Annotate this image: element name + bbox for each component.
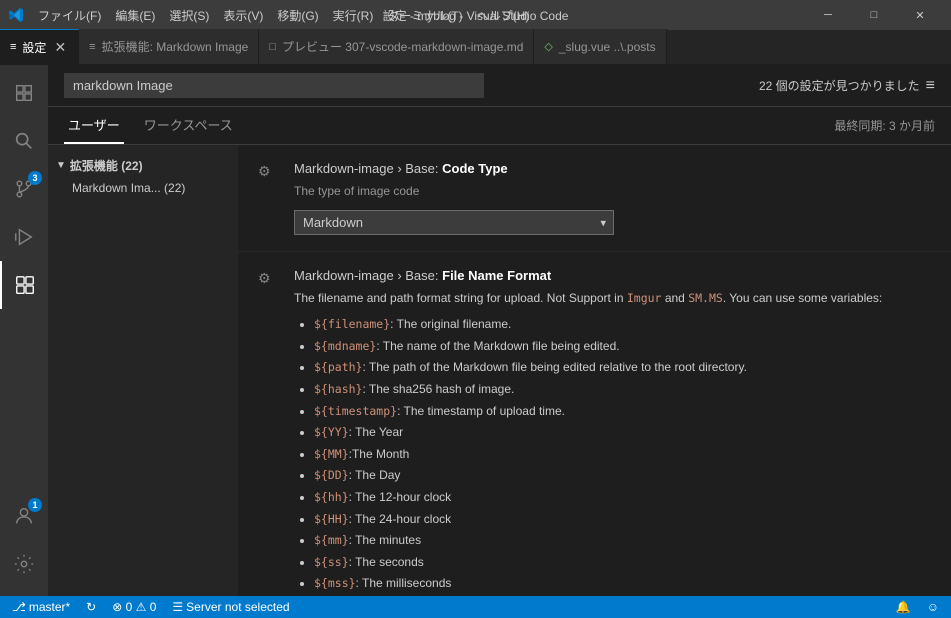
code-type-dropdown[interactable]: Markdown HTML BBCode <box>294 210 614 235</box>
sync-icon: ↻ <box>86 600 96 614</box>
bullet-mm-month: ${MM}:The Month <box>314 444 931 466</box>
list-view-icon[interactable]: ≡ <box>926 77 935 95</box>
bullet-yy: ${YY}: The Year <box>314 422 931 444</box>
code-type-description: The type of image code <box>294 182 931 200</box>
bullet-hh-24: ${HH}: The 24-hour clock <box>314 509 931 531</box>
feedback-button[interactable]: ☺ <box>923 596 943 618</box>
activity-explorer[interactable] <box>0 69 48 117</box>
slug-tab-label: _slug.vue ..\.posts <box>559 40 656 54</box>
bullet-hash: ${hash}: The sha256 hash of image. <box>314 379 931 401</box>
feedback-icon: ☺ <box>927 600 939 614</box>
menu-go[interactable]: 移動(G) <box>271 5 324 26</box>
settings-tab-label: 設定 <box>22 39 46 56</box>
maximize-button[interactable]: □ <box>851 0 897 30</box>
bullet-dd: ${DD}: The Day <box>314 465 931 487</box>
window-title: 設定 - myblog - Visual Studio Code <box>383 7 569 24</box>
activity-bar: 3 1 <box>0 65 48 596</box>
bullet-filename: ${filename}: The original filename. <box>314 314 931 336</box>
chevron-down-icon: ▼ <box>56 160 66 171</box>
activity-account[interactable]: 1 <box>0 492 48 540</box>
extensions-section-label: 拡張機能 (22) <box>70 157 143 174</box>
window-controls: ─ □ ✕ <box>805 0 943 30</box>
sidebar-item-markdown[interactable]: Markdown Ima... (22) <box>48 178 238 198</box>
settings-search-input[interactable] <box>64 73 484 98</box>
statusbar-right: 🔔 ☺ <box>892 596 943 618</box>
activity-extensions[interactable] <box>0 261 48 309</box>
extension-tab-label: 拡張機能: Markdown Image <box>102 38 249 55</box>
settings-panel: 22 個の設定が見つかりました ≡ ユーザー ワークスペース 最終同期: 3 か… <box>48 65 951 596</box>
search-result-count: 22 個の設定が見つかりました ≡ <box>759 77 935 95</box>
sync-status[interactable]: ↻ <box>82 596 100 618</box>
bullet-ss: ${ss}: The seconds <box>314 552 931 574</box>
code-type-title: Markdown-image › Base: Code Type <box>294 161 931 176</box>
last-sync-label: 最終同期: 3 か月前 <box>834 117 935 134</box>
settings-tab-close[interactable]: ✕ <box>52 39 68 55</box>
setting-file-name-format: ⚙ Markdown-image › Base: File Name Forma… <box>238 252 951 596</box>
file-name-format-title: Markdown-image › Base: File Name Format <box>294 268 931 283</box>
settings-tab-user[interactable]: ユーザー <box>64 107 124 144</box>
menu-run[interactable]: 実行(R) <box>327 5 380 26</box>
tab-extension-markdown[interactable]: ≡ 拡張機能: Markdown Image <box>79 29 259 64</box>
activity-search[interactable] <box>0 117 48 165</box>
server-icon: ☰ <box>172 600 183 614</box>
activity-gear[interactable] <box>0 540 48 588</box>
bullet-hh: ${hh}: The 12-hour clock <box>314 487 931 509</box>
menu-file[interactable]: ファイル(F) <box>32 5 107 26</box>
bullet-path: ${path}: The path of the Markdown file b… <box>314 357 931 379</box>
file-name-gear-icon[interactable]: ⚙ <box>258 270 271 287</box>
tab-preview[interactable]: □ プレビュー 307-vscode-markdown-image.md <box>259 29 534 64</box>
settings-tabs-bar: ユーザー ワークスペース 最終同期: 3 か月前 <box>48 107 951 145</box>
settings-body: ▼ 拡張機能 (22) Markdown Ima... (22) ⚙ Markd… <box>48 145 951 596</box>
extension-tab-icon: ≡ <box>89 41 95 53</box>
settings-search-bar: 22 個の設定が見つかりました ≡ <box>48 65 951 107</box>
bullet-timestamp: ${timestamp}: The timestamp of upload ti… <box>314 401 931 423</box>
main-area: 3 1 <box>0 65 951 596</box>
vscode-logo-icon <box>8 7 24 23</box>
server-label: Server not selected <box>186 600 289 614</box>
notifications-bell[interactable]: 🔔 <box>892 596 915 618</box>
bullet-mdname: ${mdname}: The name of the Markdown file… <box>314 336 931 358</box>
statusbar-left: ⎇ master* ↻ ⊗ 0 ⚠ 0 ☰ Server not selecte… <box>8 596 294 618</box>
titlebar: ファイル(F) 編集(E) 選択(S) 表示(V) 移動(G) 実行(R) ター… <box>0 0 951 30</box>
file-name-format-description: The filename and path format string for … <box>294 289 931 308</box>
branch-status[interactable]: ⎇ master* <box>8 596 74 618</box>
menu-select[interactable]: 選択(S) <box>163 5 215 26</box>
settings-main-panel: ⚙ Markdown-image › Base: Code Type The t… <box>238 145 951 596</box>
tab-slug[interactable]: ◇ _slug.vue ..\.posts <box>534 29 666 64</box>
code-type-gear-icon[interactable]: ⚙ <box>258 163 271 180</box>
minimize-button[interactable]: ─ <box>805 0 851 30</box>
slug-tab-icon: ◇ <box>544 40 552 53</box>
bullet-rand: ${rand,number}: A random number, for exa… <box>314 595 931 596</box>
sidebar-extensions-header[interactable]: ▼ 拡張機能 (22) <box>48 153 238 178</box>
branch-label: master* <box>29 600 70 614</box>
preview-tab-icon: □ <box>269 41 276 53</box>
errors-warnings[interactable]: ⊗ 0 ⚠ 0 <box>108 596 160 618</box>
code-type-dropdown-wrapper: Markdown HTML BBCode ▾ <box>294 210 614 235</box>
settings-tab-icon: ≡ <box>10 41 16 53</box>
server-not-selected[interactable]: ☰ Server not selected <box>168 596 293 618</box>
tab-bar: ≡ 設定 ✕ ≡ 拡張機能: Markdown Image □ プレビュー 30… <box>0 30 951 65</box>
bullet-mm-min: ${mm}: The minutes <box>314 530 931 552</box>
bell-icon: 🔔 <box>896 600 911 614</box>
source-control-badge: 3 <box>28 171 42 185</box>
settings-tree-panel: ▼ 拡張機能 (22) Markdown Ima... (22) <box>48 145 238 596</box>
menu-edit[interactable]: 編集(E) <box>109 5 161 26</box>
bullet-mss: ${mss}: The milliseconds <box>314 573 931 595</box>
sidebar-extensions-section: ▼ 拡張機能 (22) Markdown Ima... (22) <box>48 149 238 202</box>
preview-tab-label: プレビュー 307-vscode-markdown-image.md <box>282 38 523 55</box>
close-button[interactable]: ✕ <box>897 0 943 30</box>
activity-run[interactable] <box>0 213 48 261</box>
tab-settings[interactable]: ≡ 設定 ✕ <box>0 29 79 64</box>
file-name-format-bullets: ${filename}: The original filename. ${md… <box>294 314 931 596</box>
account-badge: 1 <box>28 498 42 512</box>
errors-label: ⊗ 0 ⚠ 0 <box>112 600 156 614</box>
setting-code-type: ⚙ Markdown-image › Base: Code Type The t… <box>238 145 951 252</box>
settings-tab-workspace[interactable]: ワークスペース <box>140 107 237 144</box>
git-branch-icon: ⎇ <box>12 600 26 614</box>
activity-source-control[interactable]: 3 <box>0 165 48 213</box>
menu-view[interactable]: 表示(V) <box>217 5 269 26</box>
status-bar: ⎇ master* ↻ ⊗ 0 ⚠ 0 ☰ Server not selecte… <box>0 596 951 618</box>
